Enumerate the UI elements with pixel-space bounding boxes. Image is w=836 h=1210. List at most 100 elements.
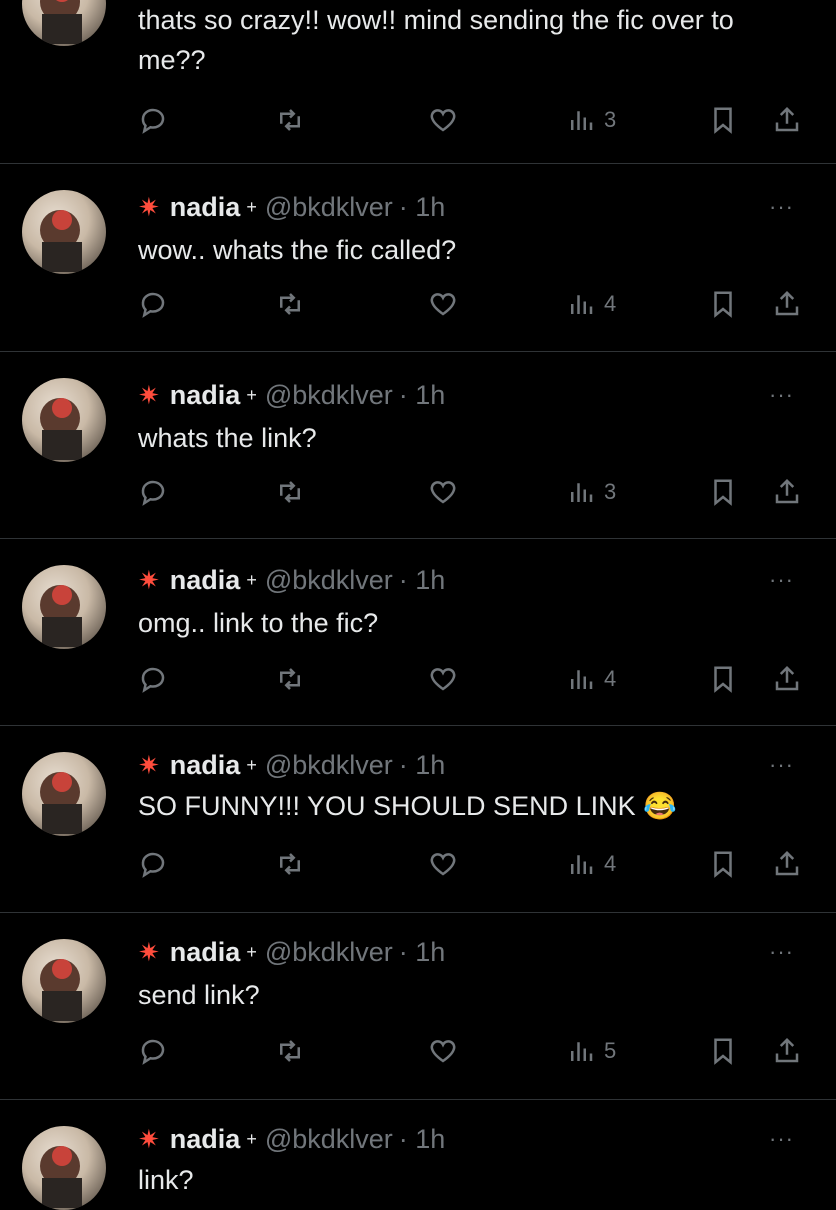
views-icon — [566, 289, 596, 319]
share-icon — [772, 105, 802, 135]
repost-icon — [275, 289, 305, 319]
reply-post[interactable]: ✷ nadia + @bkdklver · 1h ··· link? — [0, 1100, 836, 1210]
post-time: · 1h — [398, 1124, 446, 1154]
avatar[interactable] — [22, 565, 106, 649]
post-time: · 1h — [398, 565, 446, 595]
reply-button[interactable] — [138, 472, 168, 512]
share-button[interactable] — [772, 100, 802, 140]
like-button[interactable] — [428, 100, 458, 140]
action-bar: 4 — [0, 284, 836, 324]
reply-post[interactable]: ✷ nadia + @bkdklver · 1h ··· SO FUNNY!!!… — [0, 726, 836, 913]
repost-icon — [275, 849, 305, 879]
repost-icon — [275, 105, 305, 135]
like-button[interactable] — [428, 1031, 458, 1071]
like-icon — [428, 105, 458, 135]
reply-post[interactable]: ✷ nadia + @bkdklver · 1h ··· omg.. link … — [0, 539, 836, 726]
like-button[interactable] — [428, 844, 458, 884]
reply-button[interactable] — [138, 659, 168, 699]
avatar[interactable] — [22, 939, 106, 1023]
more-options-icon[interactable]: ··· — [769, 752, 794, 778]
display-name[interactable]: nadia — [170, 380, 241, 411]
reply-button[interactable] — [138, 844, 168, 884]
display-name[interactable]: nadia — [170, 565, 241, 596]
views-button[interactable]: 3 — [566, 472, 616, 512]
reply-icon — [138, 289, 168, 319]
views-button[interactable]: 3 — [566, 100, 616, 140]
repost-button[interactable] — [275, 844, 305, 884]
user-handle[interactable]: @bkdklver — [265, 1124, 393, 1155]
bookmark-button[interactable] — [708, 1031, 738, 1071]
avatar[interactable] — [22, 378, 106, 462]
like-button[interactable] — [428, 659, 458, 699]
user-handle[interactable]: @bkdklver — [265, 750, 393, 781]
bookmark-button[interactable] — [708, 659, 738, 699]
views-button[interactable]: 4 — [566, 659, 616, 699]
bookmark-icon — [708, 289, 738, 319]
repost-button[interactable] — [275, 659, 305, 699]
reply-button[interactable] — [138, 1031, 168, 1071]
like-button[interactable] — [428, 284, 458, 324]
views-button[interactable]: 5 — [566, 1031, 616, 1071]
share-button[interactable] — [772, 284, 802, 324]
reply-post[interactable]: ✷ nadia + @bkdklver · 1h ··· send link? … — [0, 913, 836, 1100]
post-text: omg.. link to the fic? — [138, 608, 379, 638]
more-options-icon[interactable]: ··· — [769, 567, 794, 593]
reply-post[interactable]: thats so crazy!! wow!! mind sending the … — [0, 0, 836, 164]
bookmark-button[interactable] — [708, 472, 738, 512]
more-options-icon[interactable]: ··· — [769, 382, 794, 408]
views-icon — [566, 105, 596, 135]
user-handle[interactable]: @bkdklver — [265, 565, 393, 596]
views-button[interactable]: 4 — [566, 844, 616, 884]
share-icon — [772, 477, 802, 507]
views-count: 5 — [604, 1038, 617, 1063]
avatar[interactable] — [22, 752, 106, 836]
repost-button[interactable] — [275, 284, 305, 324]
bookmark-button[interactable] — [708, 844, 738, 884]
user-handle[interactable]: @bkdklver — [265, 192, 393, 223]
share-button[interactable] — [772, 659, 802, 699]
share-icon — [772, 664, 802, 694]
more-options-icon[interactable]: ··· — [769, 194, 794, 220]
user-handle[interactable]: @bkdklver — [265, 380, 393, 411]
repost-button[interactable] — [275, 472, 305, 512]
reply-button[interactable] — [138, 100, 168, 140]
avatar[interactable] — [22, 190, 106, 274]
post-header: ✷ nadia + @bkdklver · 1h — [138, 937, 445, 968]
more-options-icon[interactable]: ··· — [769, 1126, 794, 1152]
bookmark-button[interactable] — [708, 284, 738, 324]
like-button[interactable] — [428, 472, 458, 512]
repost-button[interactable] — [275, 1031, 305, 1071]
share-icon — [772, 1036, 802, 1066]
post-text: link? — [138, 1165, 194, 1195]
reply-post[interactable]: ✷ nadia + @bkdklver · 1h ··· wow.. whats… — [0, 164, 836, 352]
display-name[interactable]: nadia — [170, 937, 241, 968]
post-time: · 1h — [398, 192, 446, 222]
reply-post[interactable]: ✷ nadia + @bkdklver · 1h ··· whats the l… — [0, 352, 836, 539]
share-button[interactable] — [772, 472, 802, 512]
display-name[interactable]: nadia — [170, 750, 241, 781]
views-icon — [566, 849, 596, 879]
bookmark-button[interactable] — [708, 100, 738, 140]
more-options-icon[interactable]: ··· — [769, 939, 794, 965]
display-name[interactable]: nadia — [170, 192, 241, 223]
like-icon — [428, 1036, 458, 1066]
badge-icon: + — [246, 755, 257, 775]
share-button[interactable] — [772, 1031, 802, 1071]
share-button[interactable] — [772, 844, 802, 884]
post-text: send link? — [138, 980, 260, 1010]
repost-button[interactable] — [275, 100, 305, 140]
views-button[interactable]: 4 — [566, 284, 616, 324]
reply-icon — [138, 1036, 168, 1066]
views-count: 3 — [604, 479, 617, 504]
avatar[interactable] — [22, 1126, 106, 1210]
user-handle[interactable]: @bkdklver — [265, 937, 393, 968]
bookmark-icon — [708, 1036, 738, 1066]
badge-icon: + — [246, 385, 257, 405]
avatar[interactable] — [22, 0, 106, 46]
reply-icon — [138, 849, 168, 879]
spark-emoji: ✷ — [138, 192, 160, 222]
display-name[interactable]: nadia — [170, 1124, 241, 1155]
spark-emoji: ✷ — [138, 1124, 160, 1154]
badge-icon: + — [246, 1129, 257, 1149]
reply-button[interactable] — [138, 284, 168, 324]
